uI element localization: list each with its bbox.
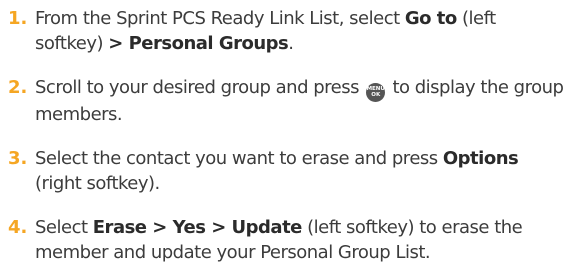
step-text-part: Scroll to your desired group and press xyxy=(35,77,365,98)
step-text-part: Select xyxy=(35,216,93,238)
instruction-steps: 1. From the Sprint PCS Ready Link List, … xyxy=(8,6,568,265)
step-number: 2. xyxy=(8,77,28,98)
step-item: 3. Select the contact you want to erase … xyxy=(8,146,568,196)
step-text-part: From the Sprint PCS Ready Link List, sel… xyxy=(35,8,405,29)
step-bold-term: > Personal Groups xyxy=(108,33,289,54)
step-text-part: . xyxy=(288,33,294,54)
step-bold-term: Options xyxy=(442,147,519,169)
step-text-part: (right softkey). xyxy=(35,172,160,194)
step-text-part: Select the contact you want to erase and… xyxy=(35,147,443,169)
step-text: Scroll to your desired group and press M… xyxy=(35,75,568,127)
step-bold-term: Erase > Yes > Update xyxy=(92,216,303,238)
menu-key-label: MENU xyxy=(366,85,385,92)
step-number: 4. xyxy=(8,216,28,238)
step-item: 4. Select Erase > Yes > Update (left sof… xyxy=(8,215,568,265)
step-bold-term: Go to xyxy=(404,8,457,29)
step-item: 2. Scroll to your desired group and pres… xyxy=(8,75,568,127)
step-text: From the Sprint PCS Ready Link List, sel… xyxy=(35,6,568,56)
step-item: 1. From the Sprint PCS Ready Link List, … xyxy=(8,6,568,56)
step-number: 1. xyxy=(8,8,28,29)
step-number: 3. xyxy=(8,147,28,169)
step-text: Select Erase > Yes > Update (left softke… xyxy=(35,215,568,265)
step-text: Select the contact you want to erase and… xyxy=(35,146,568,196)
menu-ok-key-icon: MENU OK xyxy=(366,82,386,102)
ok-key-label: OK xyxy=(371,92,381,98)
